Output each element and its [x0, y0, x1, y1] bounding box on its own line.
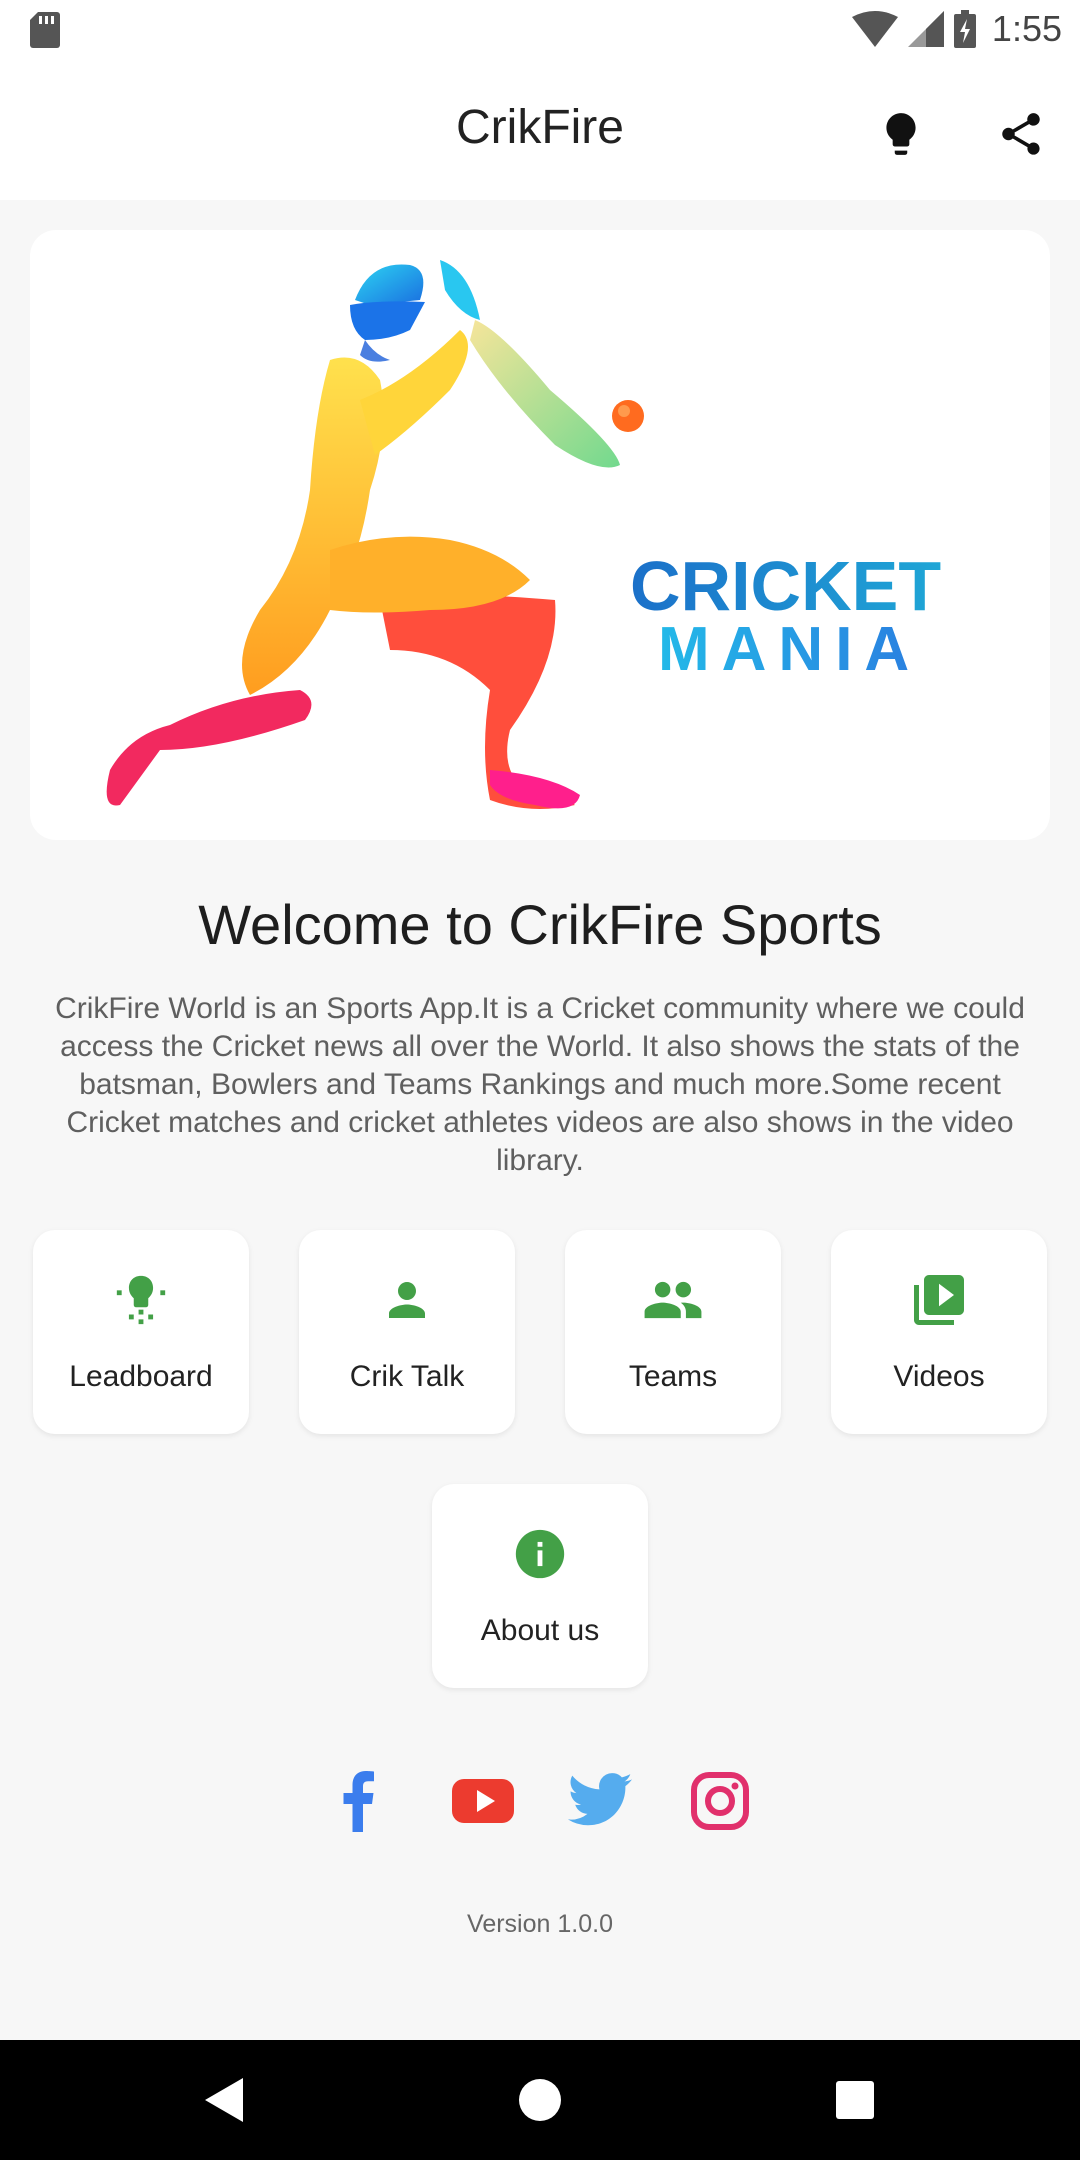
people-icon: [644, 1281, 702, 1319]
instagram-icon[interactable]: [685, 1766, 755, 1836]
wifi-icon: [851, 11, 898, 47]
status-bar: 1:55: [0, 0, 1080, 62]
twitter-icon[interactable]: [565, 1766, 635, 1836]
cricket-batsman-illustration: CRICKET MANIA: [106, 260, 941, 809]
about-us-tile[interactable]: About us: [432, 1484, 648, 1688]
facebook-icon[interactable]: [325, 1766, 395, 1836]
app-description: CrikFire World is an Sports App.It is a …: [55, 992, 1025, 1177]
teams-tile[interactable]: Teams: [565, 1230, 781, 1434]
lightbulb-icon: [116, 1275, 166, 1325]
leaderboard-tile[interactable]: Leadboard: [33, 1230, 249, 1434]
videos-tile[interactable]: Videos: [831, 1230, 1047, 1434]
video-library-icon: [914, 1275, 964, 1325]
version-label: Version 1.0.0: [467, 1910, 613, 1938]
welcome-heading: Welcome to CrikFire Sports: [198, 893, 882, 956]
back-icon[interactable]: [195, 2070, 255, 2130]
battery-charging-icon: [953, 10, 976, 48]
tile-label-crik-talk: Crik Talk: [349, 1360, 465, 1393]
recents-icon[interactable]: [825, 2070, 885, 2130]
app-bar: CrikFire: [0, 62, 1080, 200]
system-nav-bar: [0, 2040, 1080, 2160]
tile-label-teams: Teams: [628, 1360, 718, 1393]
hero-banner: CRICKET MANIA: [30, 230, 1050, 840]
tile-label-videos: Videos: [893, 1360, 985, 1393]
hero-text-mania: MANIA: [658, 615, 921, 684]
share-icon[interactable]: [996, 106, 1046, 162]
tile-label-leadboard: Leadboard: [69, 1360, 213, 1393]
status-time: 1:55: [991, 8, 1062, 49]
sd-card-icon: [30, 12, 60, 48]
hero-text-cricket: CRICKET: [630, 547, 941, 625]
cell-signal-icon: [907, 11, 944, 47]
youtube-icon[interactable]: [448, 1766, 518, 1836]
info-icon: [515, 1529, 565, 1579]
lightbulb-icon[interactable]: [876, 106, 926, 162]
person-icon: [389, 1282, 425, 1318]
tile-label-about-us: About us: [480, 1614, 600, 1647]
crik-talk-tile[interactable]: Crik Talk: [299, 1230, 515, 1434]
home-icon[interactable]: [510, 2070, 570, 2130]
